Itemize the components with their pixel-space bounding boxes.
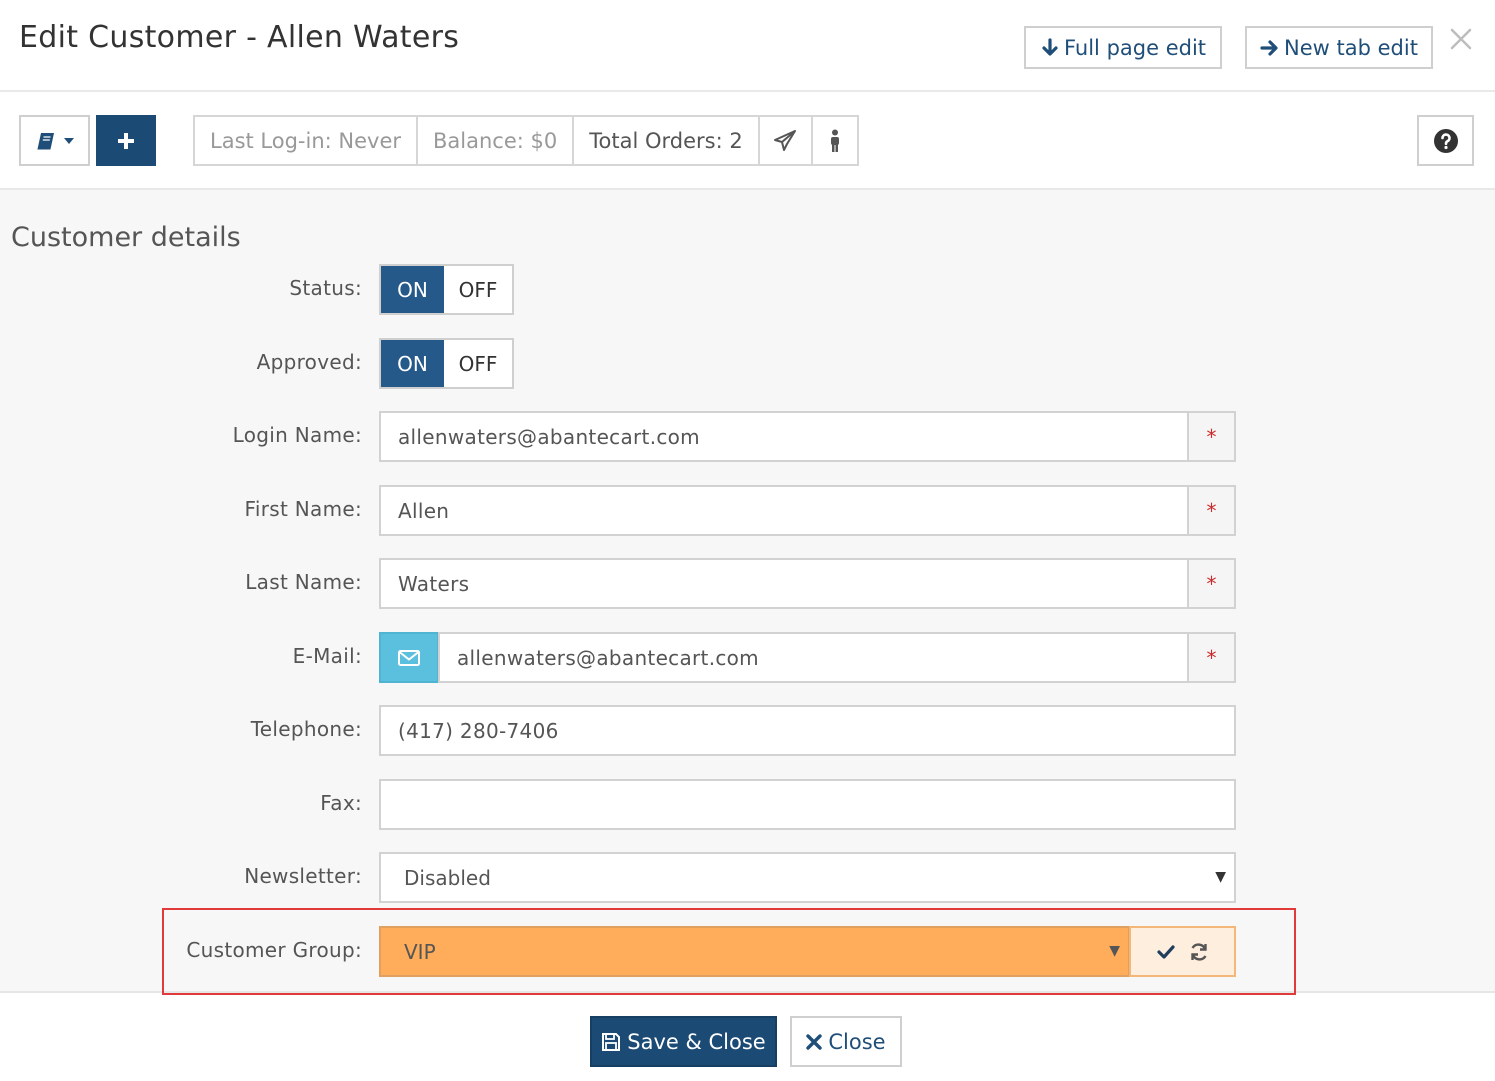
customer-details-form: Customer details Status: ON OFF Approved… <box>0 190 1495 995</box>
customer-group-select[interactable]: VIP ▼ <box>379 926 1130 977</box>
required-marker: * <box>1187 485 1236 536</box>
login-name-label: Login Name: <box>232 423 362 447</box>
refresh-icon[interactable] <box>1189 942 1209 962</box>
close-label: Close <box>828 1029 886 1054</box>
add-customer-button[interactable] <box>96 115 156 166</box>
telephone-label: Telephone: <box>250 717 362 741</box>
approved-on-button[interactable]: ON <box>381 340 444 387</box>
status-label: Status: <box>289 276 362 300</box>
section-title: Customer details <box>11 222 241 253</box>
male-icon <box>830 129 839 152</box>
email-addon-button[interactable] <box>379 632 439 683</box>
close-button[interactable]: Close <box>790 1016 902 1067</box>
newsletter-value: Disabled <box>404 865 491 890</box>
caret-down-icon: ▼ <box>1215 869 1226 885</box>
customer-group-value: VIP <box>404 939 436 964</box>
approved-off-button[interactable]: OFF <box>444 340 512 387</box>
customer-group-actions <box>1129 926 1236 977</box>
fax-input[interactable] <box>379 779 1236 830</box>
caret-down-icon <box>63 137 74 144</box>
last-name-label: Last Name: <box>245 570 362 594</box>
login-name-input[interactable]: allenwaters@abantecart.com <box>379 411 1189 462</box>
new-tab-edit-label: New tab edit <box>1284 35 1418 60</box>
book-menu-button[interactable] <box>19 115 90 166</box>
email-input[interactable]: allenwaters@abantecart.com <box>438 632 1189 683</box>
save-icon <box>602 1032 621 1051</box>
status-toggle[interactable]: ON OFF <box>379 264 514 315</box>
customer-group-label: Customer Group: <box>186 938 362 962</box>
newsletter-select[interactable]: Disabled ▼ <box>379 852 1236 903</box>
approved-label: Approved: <box>256 350 362 374</box>
full-page-edit-label: Full page edit <box>1063 35 1207 60</box>
required-marker: * <box>1187 411 1236 462</box>
check-icon[interactable] <box>1156 944 1175 960</box>
modal-header: Edit Customer - Allen Waters Full page e… <box>0 0 1495 92</box>
balance-stat: Balance: $0 <box>418 117 575 164</box>
modal-footer: Save & Close Close <box>0 995 1495 1081</box>
envelope-icon <box>398 649 420 666</box>
arrow-down-icon <box>1042 37 1058 56</box>
save-close-button[interactable]: Save & Close <box>590 1016 777 1067</box>
newsletter-label: Newsletter: <box>244 864 362 888</box>
full-page-edit-button[interactable]: Full page edit <box>1024 26 1222 69</box>
required-marker: * <box>1187 632 1236 683</box>
paper-plane-icon <box>774 129 797 151</box>
first-name-input[interactable]: Allen <box>379 485 1189 536</box>
customer-toolbar: Last Log-in: Never Balance: $0 Total Ord… <box>0 94 1495 190</box>
fax-label: Fax: <box>320 791 362 815</box>
close-icon[interactable] <box>1448 26 1474 52</box>
caret-down-icon: ▼ <box>1109 943 1120 959</box>
approved-toggle[interactable]: ON OFF <box>379 338 514 389</box>
times-icon <box>806 1033 823 1050</box>
save-close-label: Save & Close <box>627 1029 766 1054</box>
last-name-input[interactable]: Waters <box>379 558 1189 609</box>
question-circle-icon <box>1433 128 1458 153</box>
send-message-button[interactable] <box>759 117 813 164</box>
last-login-stat: Last Log-in: Never <box>195 117 419 164</box>
status-on-button[interactable]: ON <box>381 266 444 313</box>
book-icon <box>36 132 54 149</box>
plus-icon <box>118 132 134 149</box>
telephone-input[interactable]: (417) 280-7406 <box>379 705 1236 756</box>
modal-title: Edit Customer - Allen Waters <box>19 20 460 55</box>
status-off-button[interactable]: OFF <box>444 266 512 313</box>
first-name-label: First Name: <box>244 497 362 521</box>
login-as-customer-button[interactable] <box>812 117 857 164</box>
email-label: E-Mail: <box>292 644 362 668</box>
customer-stats: Last Log-in: Never Balance: $0 Total Ord… <box>193 115 859 166</box>
required-marker: * <box>1187 558 1236 609</box>
total-orders-stat[interactable]: Total Orders: 2 <box>574 117 760 164</box>
arrow-right-icon <box>1260 39 1278 56</box>
new-tab-edit-button[interactable]: New tab edit <box>1245 26 1433 69</box>
help-button[interactable] <box>1417 115 1474 166</box>
